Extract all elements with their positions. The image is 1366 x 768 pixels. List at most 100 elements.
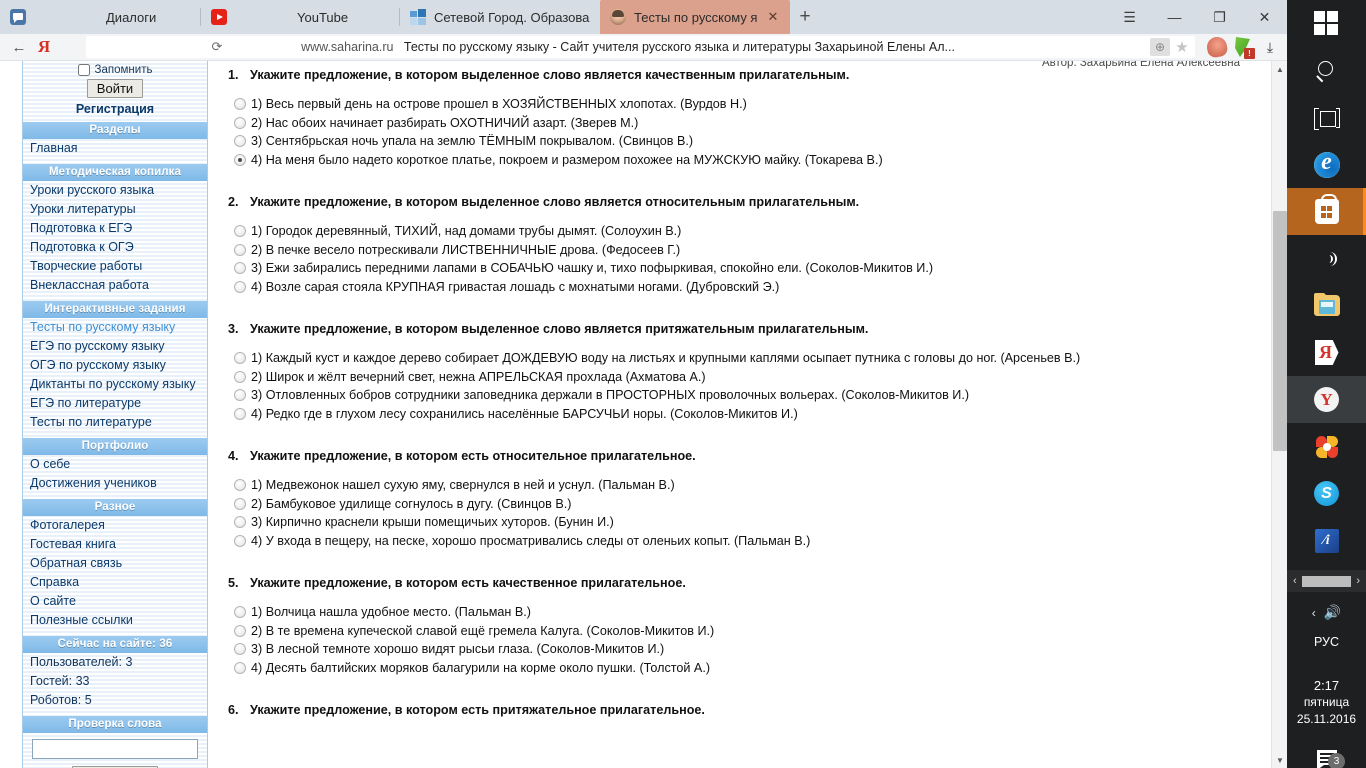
sidebar-item-o-sebe[interactable]: О себе bbox=[23, 455, 207, 474]
tab-tests-russian[interactable]: Тесты по русскому язык ✕ bbox=[600, 0, 790, 34]
option-row[interactable]: 1) Весь первый день на острове прошел в … bbox=[228, 95, 1258, 114]
close-icon[interactable]: ✕ bbox=[766, 10, 780, 24]
search-button[interactable] bbox=[1287, 47, 1366, 94]
option-row[interactable]: 3) Сентябрьская ночь упала на землю ТЁМН… bbox=[228, 132, 1258, 151]
start-button[interactable] bbox=[1287, 0, 1366, 47]
explorer-button[interactable] bbox=[1287, 282, 1366, 329]
flower-app-button[interactable] bbox=[1287, 423, 1366, 470]
downloads-icon[interactable]: ⤓ bbox=[1259, 37, 1281, 57]
tab-setevoy-gorod[interactable]: Сетевой Город. Образован bbox=[400, 0, 600, 34]
sidebar-item-o-sayte[interactable]: О сайте bbox=[23, 592, 207, 611]
tab-dialogi[interactable]: Диалоги bbox=[0, 0, 200, 34]
sidebar-item-testy-po-russkomu[interactable]: Тесты по русскому языку bbox=[23, 318, 207, 337]
radio-icon[interactable] bbox=[234, 116, 246, 129]
notification-center-button[interactable]: 3 bbox=[1287, 750, 1366, 768]
volume-tray-icon[interactable]: 🔊 bbox=[1324, 604, 1341, 621]
radio-icon[interactable] bbox=[234, 479, 246, 491]
radio-icon[interactable] bbox=[234, 262, 246, 274]
option-row[interactable]: 3) В лесной темноте хорошо видят рысьи г… bbox=[228, 640, 1258, 659]
language-indicator[interactable]: РУС bbox=[1287, 635, 1366, 649]
page-scrollbar[interactable]: ▲ ▼ bbox=[1271, 61, 1287, 768]
radio-icon[interactable] bbox=[234, 225, 246, 237]
sidebar-item-obratnaya-svyaz[interactable]: Обратная связь bbox=[23, 554, 207, 573]
option-row[interactable]: 1) Волчица нашла удобное место. (Пальман… bbox=[228, 603, 1258, 622]
option-row[interactable]: 2) Нас обоих начинает разбирать ОХОТНИЧИ… bbox=[228, 114, 1258, 133]
aida64-button[interactable] bbox=[1287, 517, 1366, 564]
edge-button[interactable] bbox=[1287, 141, 1366, 188]
radio-icon[interactable] bbox=[234, 135, 246, 147]
sidebar-item-uroki-russkogo[interactable]: Уроки русского языка bbox=[23, 181, 207, 200]
scroll-down-icon[interactable]: ▼ bbox=[1272, 752, 1287, 768]
radio-icon[interactable] bbox=[234, 407, 246, 420]
skype-button[interactable] bbox=[1287, 470, 1366, 517]
radio-icon[interactable] bbox=[234, 280, 246, 293]
sidebar-item-glavnaya[interactable]: Главная bbox=[23, 139, 207, 158]
worm-extension-icon[interactable] bbox=[1205, 35, 1229, 59]
clock[interactable]: 2:17 пятница 25.11.2016 bbox=[1287, 677, 1366, 728]
omnibox[interactable]: ⟳ www.saharina.ru Тесты по русскому язык… bbox=[86, 36, 1195, 58]
taskbar-scroll-right-icon[interactable]: › bbox=[1356, 575, 1360, 587]
option-row[interactable]: 4) У входа в пещеру, на песке, хорошо пр… bbox=[228, 532, 1258, 551]
option-row[interactable]: 2) Широк и жёлт вечерний свет, нежна АПР… bbox=[228, 368, 1258, 387]
store-button[interactable] bbox=[1287, 188, 1366, 235]
task-view-button[interactable] bbox=[1287, 94, 1366, 141]
option-row[interactable]: 4) Возле сарая стояла КРУПНАЯ гривастая … bbox=[228, 278, 1258, 297]
minimize-button[interactable]: — bbox=[1152, 0, 1197, 34]
login-button[interactable]: Войти bbox=[86, 79, 144, 98]
word-check-input[interactable] bbox=[32, 739, 198, 759]
back-icon[interactable]: ← bbox=[6, 35, 32, 59]
option-row[interactable]: 2) В те времена купеческой славой ещё гр… bbox=[228, 622, 1258, 641]
tab-youtube[interactable]: YouTube bbox=[201, 0, 399, 34]
yandex-disk-button[interactable] bbox=[1287, 329, 1366, 376]
radio-icon[interactable] bbox=[234, 643, 246, 655]
restore-button[interactable]: ❐ bbox=[1197, 0, 1242, 34]
radio-icon[interactable] bbox=[234, 352, 246, 364]
option-row[interactable]: 4) На меня было надето короткое платье, … bbox=[228, 151, 1258, 170]
sidebar-item-uroki-literatury[interactable]: Уроки литературы bbox=[23, 200, 207, 219]
option-row[interactable]: 1) Городок деревянный, ТИХИЙ, над домами… bbox=[228, 222, 1258, 241]
sidebar-item-fotogalereya[interactable]: Фотогалерея bbox=[23, 516, 207, 535]
scrollbar-thumb[interactable] bbox=[1273, 211, 1287, 451]
option-row[interactable]: 2) Бамбуковое удилище согнулось в дугу. … bbox=[228, 495, 1258, 514]
sidebar-item-oge-russkiy[interactable]: ОГЭ по русскому языку bbox=[23, 356, 207, 375]
sidebar-item-podgotovka-oge[interactable]: Подготовка к ОГЭ bbox=[23, 238, 207, 257]
radio-icon[interactable] bbox=[234, 606, 246, 618]
scroll-up-icon[interactable]: ▲ bbox=[1272, 61, 1287, 77]
tray-expand-chevron-icon[interactable]: ‹ bbox=[1312, 606, 1316, 620]
remember-me-checkbox[interactable] bbox=[77, 64, 90, 76]
radio-icon[interactable] bbox=[234, 497, 246, 510]
taskbar-scroll-left-icon[interactable]: ‹ bbox=[1293, 575, 1297, 587]
radio-icon-selected[interactable] bbox=[234, 153, 246, 166]
radio-icon[interactable] bbox=[234, 243, 246, 256]
close-window-button[interactable]: ✕ bbox=[1242, 0, 1287, 34]
option-row[interactable]: 1) Медвежонок нашел сухую яму, свернулся… bbox=[228, 476, 1258, 495]
radio-icon[interactable] bbox=[234, 516, 246, 528]
radio-icon[interactable] bbox=[234, 370, 246, 383]
sidebar-item-vneklassnaya-rabota[interactable]: Внеклассная работа bbox=[23, 276, 207, 295]
taskbar-scrollbar[interactable]: ‹ › bbox=[1287, 570, 1366, 592]
sidebar-item-tvorcheskie-raboty[interactable]: Творческие работы bbox=[23, 257, 207, 276]
bookmark-star-icon[interactable]: ★ bbox=[1172, 38, 1192, 56]
sidebar-item-spravka[interactable]: Справка bbox=[23, 573, 207, 592]
reload-icon[interactable]: ⟳ bbox=[208, 38, 226, 56]
radio-icon[interactable] bbox=[234, 534, 246, 547]
volume-app-button[interactable] bbox=[1287, 235, 1366, 282]
turbo-icon[interactable]: ⊕ bbox=[1150, 38, 1170, 56]
taskbar-scroll-thumb[interactable] bbox=[1301, 575, 1352, 587]
sidebar-item-ege-literatura[interactable]: ЕГЭ по литературе bbox=[23, 394, 207, 413]
sidebar-item-poleznye-ssylki[interactable]: Полезные ссылки bbox=[23, 611, 207, 630]
option-row[interactable]: 4) Десять балтийских моряков балагурили … bbox=[228, 659, 1258, 678]
sidebar-item-gostevaya-kniga[interactable]: Гостевая книга bbox=[23, 535, 207, 554]
option-row[interactable]: 3) Отловленных бобров сотрудники заповед… bbox=[228, 386, 1258, 405]
yandex-logo-icon[interactable]: Я bbox=[32, 35, 56, 59]
sidebar-item-testy-literatura[interactable]: Тесты по литературе bbox=[23, 413, 207, 432]
option-row[interactable]: 3) Кирпично краснели крыши помещичьих ху… bbox=[228, 513, 1258, 532]
new-tab-button[interactable]: + bbox=[790, 0, 820, 34]
sidebar-item-dostizheniya[interactable]: Достижения учеников bbox=[23, 474, 207, 493]
sidebar-item-ege-russkiy[interactable]: ЕГЭ по русскому языку bbox=[23, 337, 207, 356]
radio-icon[interactable] bbox=[234, 624, 246, 637]
yandex-browser-button[interactable] bbox=[1287, 376, 1366, 423]
option-row[interactable]: 1) Каждый куст и каждое дерево собирает … bbox=[228, 349, 1258, 368]
option-row[interactable]: 2) В печке весело потрескивали ЛИСТВЕННИ… bbox=[228, 241, 1258, 260]
option-row[interactable]: 4) Редко где в глухом лесу сохранились н… bbox=[228, 405, 1258, 424]
